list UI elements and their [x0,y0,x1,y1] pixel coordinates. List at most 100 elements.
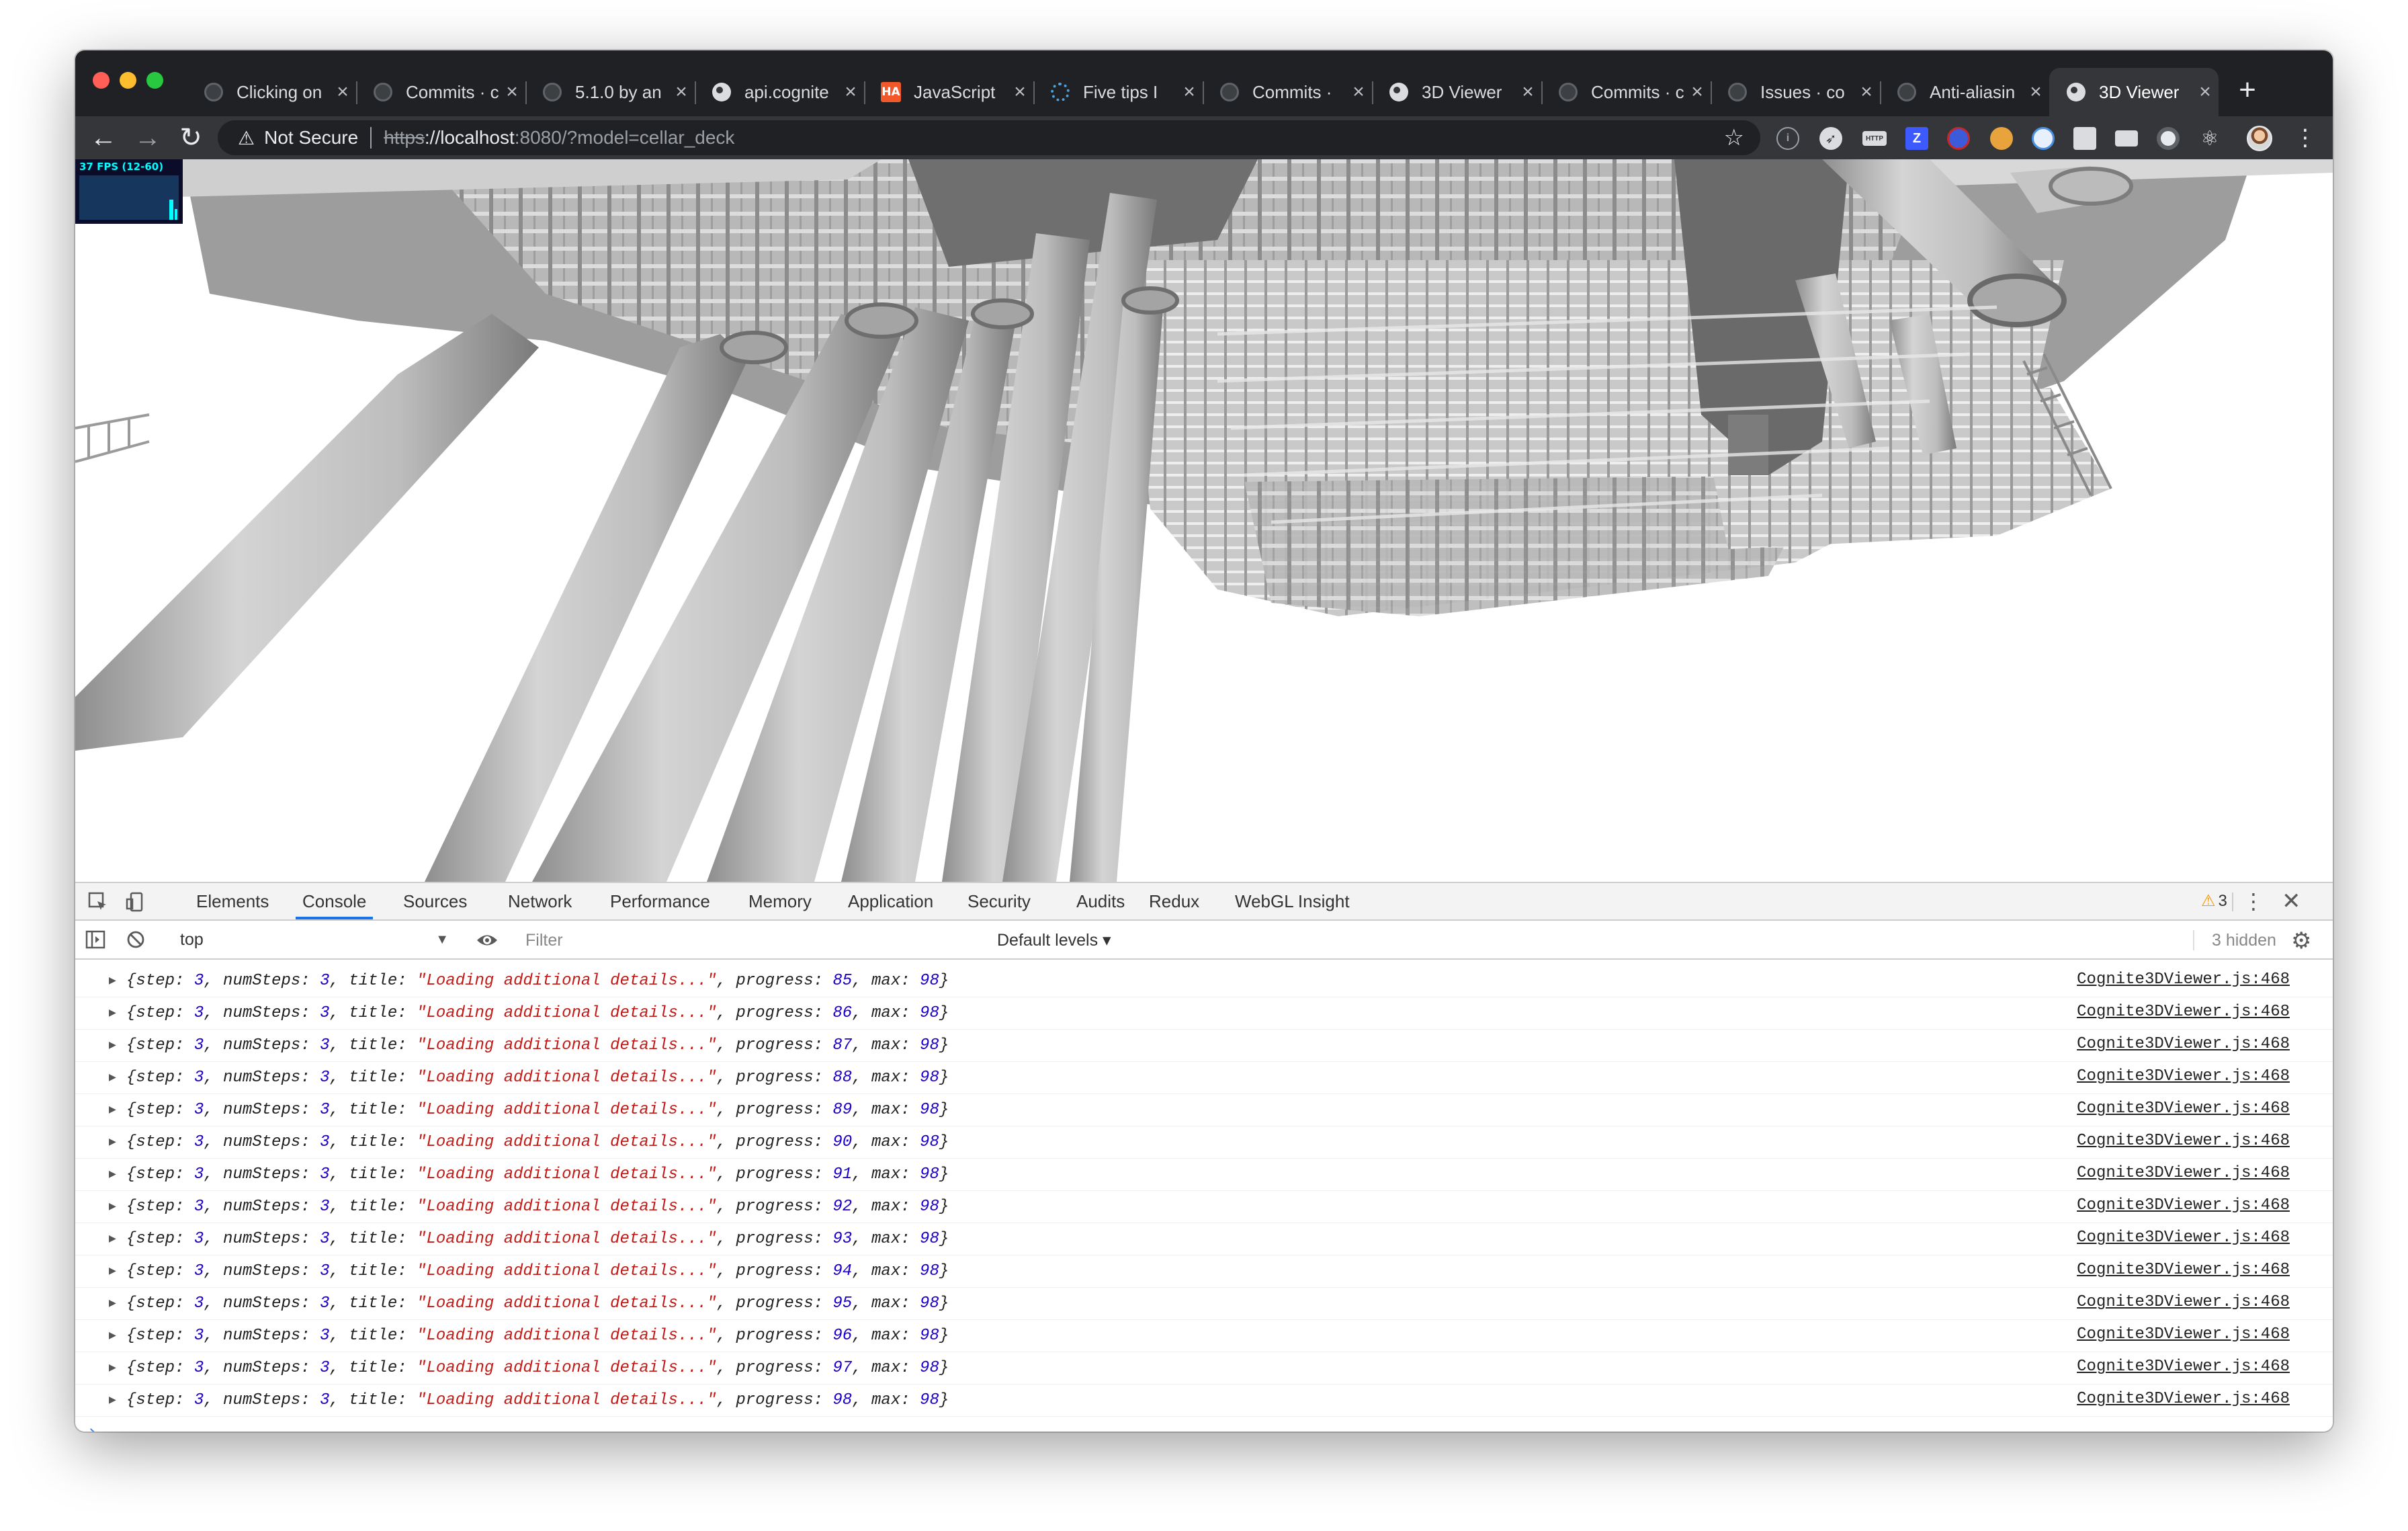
minimize-window-button[interactable] [120,72,136,89]
browser-tab[interactable]: Commits · c × [1541,68,1712,116]
expand-triangle-icon[interactable]: ▶ [109,1255,116,1288]
log-source-link[interactable]: Cognite3DViewer.js:468 [2077,1191,2290,1220]
console-log-row[interactable]: ▶ {step: 3, numSteps: 3, title: "Loading … [75,1159,2333,1191]
expand-triangle-icon[interactable]: ▶ [109,1352,116,1384]
browser-menu-icon[interactable]: ⋮ [2294,122,2317,154]
log-source-link[interactable]: Cognite3DViewer.js:468 [2077,1320,2290,1350]
log-source-link[interactable]: Cognite3DViewer.js:468 [2077,1159,2290,1188]
browser-tab[interactable]: api.cognite × [695,68,865,116]
record-extension-icon[interactable] [2157,127,2180,150]
3d-viewer-canvas[interactable]: 37 FPS (12-60) [75,159,2333,882]
browser-tab[interactable]: Five tips I × [1033,68,1204,116]
profile-avatar[interactable] [2247,126,2272,151]
devtools-tab-elements[interactable]: Elements [189,883,275,919]
console-log-row[interactable]: ▶ {step: 3, numSteps: 3, title: "Loading … [75,997,2333,1030]
devtools-tab-audits[interactable]: Audits [1070,883,1131,919]
reload-button[interactable]: ↻ [175,122,207,154]
console-log-row[interactable]: ▶ {step: 3, numSteps: 3, title: "Loading … [75,1094,2333,1126]
devtools-tab-memory[interactable]: Memory [742,883,818,919]
browser-tab[interactable]: 3D Viewer × [2049,68,2219,116]
console-log-row[interactable]: ▶ {step: 3, numSteps: 3, title: "Loading … [75,1288,2333,1320]
console-log-row[interactable]: ▶ {step: 3, numSteps: 3, title: "Loading … [75,1223,2333,1255]
close-tab-icon[interactable]: × [1853,81,1880,104]
forward-button[interactable]: → [132,122,164,154]
devtools-close-icon[interactable]: ✕ [2282,883,2301,919]
expand-triangle-icon[interactable]: ▶ [109,997,116,1030]
compass-extension-icon[interactable]: ➶ [1819,127,1842,150]
ublock-extension-icon[interactable] [1990,127,2013,150]
close-tab-icon[interactable]: × [1006,81,1033,104]
close-tab-icon[interactable]: × [499,81,525,104]
bookmark-star-icon[interactable]: ☆ [1724,124,1744,151]
close-window-button[interactable] [93,72,110,89]
console-log-row[interactable]: ▶ {step: 3, numSteps: 3, title: "Loading … [75,1255,2333,1288]
log-source-link[interactable]: Cognite3DViewer.js:468 [2077,1223,2290,1253]
browser-tab[interactable]: 3D Viewer × [1372,68,1543,116]
devtools-tab-redux[interactable]: Redux [1142,883,1206,919]
browser-tab[interactable]: Commits · × [1203,68,1373,116]
z-extension-icon[interactable]: Z [1905,127,1928,150]
show-sidebar-icon[interactable] [85,929,106,950]
log-source-link[interactable]: Cognite3DViewer.js:468 [2077,965,2290,995]
log-source-link[interactable]: Cognite3DViewer.js:468 [2077,997,2290,1027]
devtools-tab-webgl-insight[interactable]: WebGL Insight [1228,883,1357,919]
http-extension-icon[interactable]: HTTP [1862,131,1887,146]
expand-triangle-icon[interactable]: ▶ [109,1159,116,1191]
close-tab-icon[interactable]: × [837,81,864,104]
close-tab-icon[interactable]: × [1345,81,1372,104]
console-log-row[interactable]: ▶ {step: 3, numSteps: 3, title: "Loading … [75,1384,2333,1417]
close-tab-icon[interactable]: × [2192,81,2219,104]
console-log-row[interactable]: ▶ {step: 3, numSteps: 3, title: "Loading … [75,1062,2333,1094]
log-source-link[interactable]: Cognite3DViewer.js:468 [2077,1094,2290,1124]
close-tab-icon[interactable]: × [2022,81,2049,104]
browser-tab[interactable]: 5.1.0 by an × [525,68,696,116]
devtools-tab-network[interactable]: Network [501,883,578,919]
expand-triangle-icon[interactable]: ▶ [109,1320,116,1352]
log-levels-dropdown[interactable]: Default levels ▾ [997,926,1111,954]
console-log[interactable]: ▶ {step: 3, numSteps: 3, title: "Loading … [75,960,2333,1432]
react-devtools-active-icon[interactable] [2032,127,2055,150]
close-tab-icon[interactable]: × [329,81,356,104]
console-log-row[interactable]: ▶ {step: 3, numSteps: 3, title: "Loading … [75,1126,2333,1159]
console-log-row[interactable]: ▶ {step: 3, numSteps: 3, title: "Loading … [75,1191,2333,1223]
close-tab-icon[interactable]: × [668,81,695,104]
console-settings-gear-icon[interactable]: ⚙ [2291,927,2311,954]
info-extension-icon[interactable]: i [1776,127,1799,150]
console-log-row[interactable]: ▶ {step: 3, numSteps: 3, title: "Loading … [75,965,2333,997]
log-source-link[interactable]: Cognite3DViewer.js:468 [2077,1352,2290,1382]
browser-tab[interactable]: HA JavaScript × [864,68,1035,116]
security-label[interactable]: Not Secure [264,127,358,149]
mail-extension-icon[interactable] [2115,130,2138,147]
console-filter-input[interactable] [519,926,989,954]
devtools-tab-performance[interactable]: Performance [603,883,717,919]
warning-badge[interactable]: ⚠ 3 [2201,883,2227,919]
context-selector[interactable]: top ▼ [180,926,449,953]
devtools-tab-console[interactable]: Console [296,883,374,919]
expand-triangle-icon[interactable]: ▶ [109,1191,116,1223]
close-tab-icon[interactable]: × [1684,81,1711,104]
address-bar[interactable]: ⚠ Not Secure https://localhost:8080/?mod… [218,120,1760,155]
devtools-tab-security[interactable]: Security [961,883,1037,919]
console-log-row[interactable]: ▶ {step: 3, numSteps: 3, title: "Loading … [75,1352,2333,1384]
zoom-window-button[interactable] [146,72,163,89]
log-source-link[interactable]: Cognite3DViewer.js:468 [2077,1062,2290,1091]
lastpass-extension-icon[interactable] [1947,127,1970,150]
back-button[interactable]: ← [87,122,120,154]
expand-triangle-icon[interactable]: ▶ [109,1384,116,1417]
expand-triangle-icon[interactable]: ▶ [109,1126,116,1159]
console-log-row[interactable]: ▶ {step: 3, numSteps: 3, title: "Loading … [75,1030,2333,1062]
log-source-link[interactable]: Cognite3DViewer.js:468 [2077,1384,2290,1414]
log-source-link[interactable]: Cognite3DViewer.js:468 [2077,1126,2290,1156]
devtools-more-icon[interactable]: ⋮ [2243,883,2264,919]
log-source-link[interactable]: Cognite3DViewer.js:468 [2077,1288,2290,1317]
console-log-row[interactable]: ▶ {step: 3, numSteps: 3, title: "Loading … [75,1320,2333,1352]
device-toolbar-icon[interactable] [125,891,146,913]
expand-triangle-icon[interactable]: ▶ [109,1094,116,1126]
browser-tab[interactable]: Anti-aliasin × [1880,68,2049,116]
react-extension-icon[interactable]: ⚛ [2198,127,2221,150]
expand-triangle-icon[interactable]: ▶ [109,1223,116,1255]
log-source-link[interactable]: Cognite3DViewer.js:468 [2077,1030,2290,1059]
expand-triangle-icon[interactable]: ▶ [109,965,116,997]
expand-triangle-icon[interactable]: ▶ [109,1288,116,1320]
inspect-element-icon[interactable] [87,891,109,913]
